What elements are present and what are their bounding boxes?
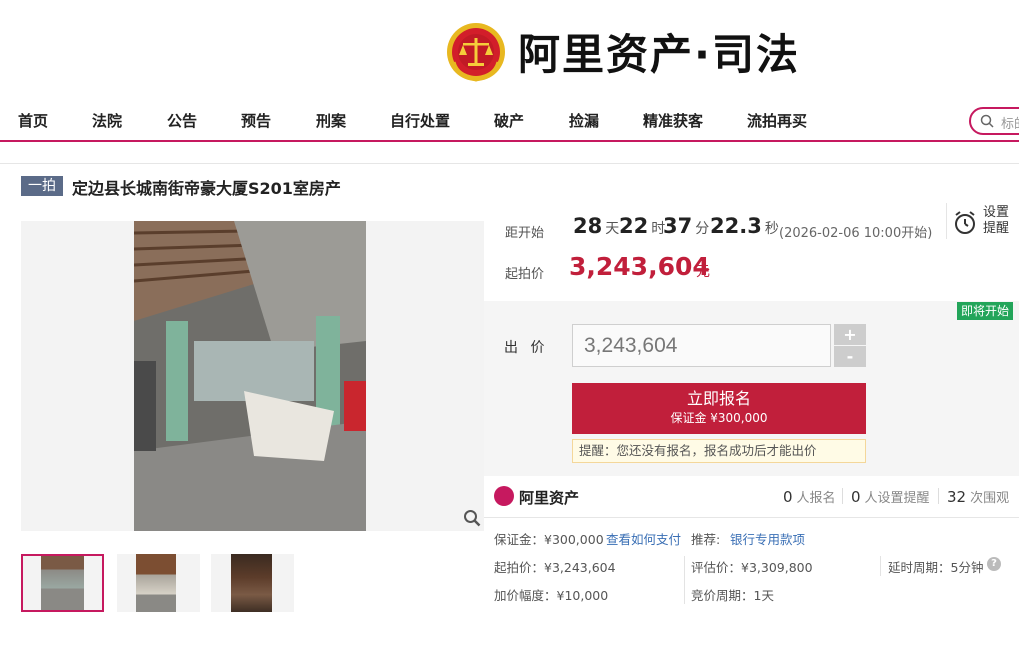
deposit-label: 保证金 ¥300,000 <box>670 411 768 425</box>
section-divider <box>0 163 1019 164</box>
nav-item-bargain[interactable]: 捡漏 <box>569 110 599 131</box>
registered-count: 0 人报名 <box>783 488 836 506</box>
item-title: 定边县长城南街帝豪大厦S201室房产 <box>72 179 341 198</box>
main-photo[interactable] <box>134 221 366 531</box>
site-header: 阿里资产·司法 <box>0 0 1019 100</box>
increment-info: 加价幅度：¥10,000 <box>494 588 609 603</box>
main-nav: 首页 法院 公告 预告 刑案 自行处置 破产 捡漏 精准获客 流拍再买 标的 <box>0 100 1019 142</box>
countdown-hours: 22 时 <box>619 214 666 238</box>
countdown-minutes: 37 分 <box>663 214 710 238</box>
auction-start-time: (2026-02-06 10:00开始) <box>779 226 933 241</box>
how-to-pay-link[interactable]: 查看如何支付 <box>606 529 681 548</box>
register-button[interactable]: 立即报名 保证金 ¥300,000 <box>572 383 866 434</box>
bank-account-link[interactable]: 银行专用款项 <box>730 529 805 548</box>
site-logo-text[interactable]: 阿里资产·司法 <box>518 28 800 82</box>
nav-item-self-disposal[interactable]: 自行处置 <box>390 110 450 131</box>
delay-period-info: 延时周期：5分钟 <box>888 560 984 575</box>
main-photo-frame <box>21 221 484 531</box>
registration-reminder: 提醒：您还没有报名，报名成功后才能出价 <box>572 439 866 463</box>
appraisal-info: 评估价：¥3,309,800 <box>691 560 813 575</box>
countdown-days: 28 天 <box>573 214 620 238</box>
alarm-clock-icon[interactable] <box>953 210 977 236</box>
countdown-seconds: 22.3 秒 <box>710 214 779 238</box>
recommend-label: 推荐: <box>691 532 721 547</box>
search-input[interactable]: 标的 <box>969 107 1019 135</box>
reminder-count: 0 人设置提醒 <box>851 488 930 506</box>
remind-separator <box>946 203 947 239</box>
nav-item-bankruptcy[interactable]: 破产 <box>494 110 524 131</box>
view-count: 32 次围观 <box>947 488 1010 506</box>
status-badge: 即将开始 <box>957 302 1013 320</box>
column-separator <box>880 556 881 576</box>
nav-item-precise-leads[interactable]: 精准获客 <box>643 110 703 131</box>
nav-item-criminal[interactable]: 刑案 <box>316 110 346 131</box>
start-price-label: 起拍价 <box>505 267 545 282</box>
search-placeholder: 标的 <box>1001 117 1019 132</box>
court-emblem-icon <box>447 23 505 82</box>
nav-item-home[interactable]: 首页 <box>18 110 48 131</box>
bid-cycle-info: 竞价周期：1天 <box>691 588 774 603</box>
nav-item-court[interactable]: 法院 <box>92 110 122 131</box>
nav-item-notice[interactable]: 公告 <box>167 110 197 131</box>
ali-assets-logo-icon <box>494 486 514 506</box>
gallery-thumb-1[interactable] <box>21 554 104 612</box>
column-separator <box>684 556 685 604</box>
ali-assets-brand: 阿里资产 <box>519 489 580 507</box>
countdown-label: 距开始 <box>505 226 545 241</box>
stat-separator <box>842 488 843 504</box>
stat-separator <box>938 488 939 504</box>
register-button-label: 立即报名 <box>686 389 751 408</box>
gallery-thumb-2[interactable] <box>117 554 200 612</box>
nav-item-preview[interactable]: 预告 <box>241 110 271 131</box>
bid-amount-input[interactable] <box>572 324 831 367</box>
nav-item-relist[interactable]: 流拍再买 <box>747 110 807 131</box>
stats-divider <box>484 517 1019 518</box>
set-reminder-button[interactable]: 设置提醒 <box>983 205 1013 237</box>
start-price-unit: 元 <box>696 264 710 280</box>
zoom-icon[interactable] <box>463 509 481 527</box>
search-icon <box>980 114 994 128</box>
start-price-info: 起拍价：¥3,243,604 <box>494 560 616 575</box>
increase-bid-button[interactable]: + <box>834 324 866 345</box>
gallery-thumb-3[interactable] <box>211 554 294 612</box>
bid-label: 出 价 <box>504 340 549 356</box>
auction-round-badge: 一拍 <box>21 176 63 196</box>
start-price-value: 3,243,604 <box>569 252 710 281</box>
decrease-bid-button[interactable]: - <box>834 346 866 367</box>
deposit-info: 保证金：¥300,000 <box>494 532 604 547</box>
help-icon[interactable]: ? <box>987 557 1001 571</box>
